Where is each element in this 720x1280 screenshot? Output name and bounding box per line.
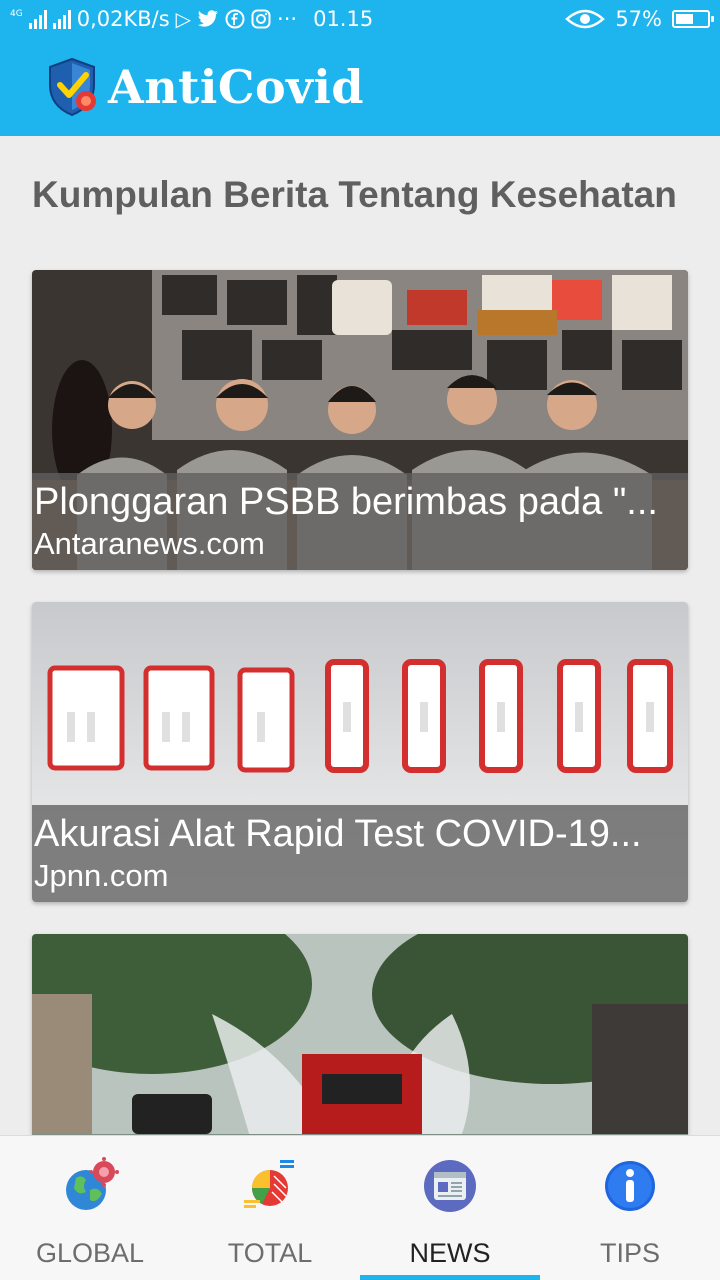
- nav-item-total[interactable]: TOTAL: [180, 1136, 360, 1280]
- twitter-icon: [197, 10, 218, 27]
- nav-label-total: TOTAL: [227, 1238, 313, 1268]
- info-icon: [605, 1161, 655, 1211]
- status-right: 57%: [565, 7, 714, 31]
- nav-label-global: GLOBAL: [35, 1238, 145, 1268]
- chart-icon: [244, 1160, 294, 1208]
- app-bar: AntiCovid: [0, 38, 720, 136]
- news-card-1[interactable]: Plonggaran PSBB berimbas pada "... Antar…: [32, 270, 688, 570]
- nav-label-tips: TIPS: [599, 1238, 660, 1268]
- shield-logo-icon: [49, 57, 96, 117]
- app-title: AntiCovid: [108, 60, 365, 114]
- nav-item-news[interactable]: NEWS: [360, 1136, 540, 1280]
- nav-item-tips[interactable]: TIPS: [540, 1136, 720, 1280]
- nav-item-global[interactable]: GLOBAL: [0, 1136, 180, 1280]
- news-card-2[interactable]: Akurasi Alat Rapid Test COVID-19... Jpnn…: [32, 602, 688, 902]
- status-left: 4G 0,02KB/s ▷ ··· 01.15: [10, 7, 373, 31]
- news-caption: Akurasi Alat Rapid Test COVID-19... Jpnn…: [32, 805, 688, 902]
- bottom-navigation: GLOBAL TOTAL NEWS TIPS: [0, 1135, 720, 1280]
- battery-icon: [672, 10, 714, 28]
- data-rate: 0,02KB/s: [76, 7, 170, 31]
- globe-virus-icon: [66, 1157, 119, 1210]
- active-tab-indicator: [360, 1275, 540, 1280]
- page-title: Kumpulan Berita Tentang Kesehatan: [32, 174, 677, 215]
- news-title: Akurasi Alat Rapid Test COVID-19...: [34, 813, 642, 855]
- eye-icon: [565, 9, 606, 29]
- news-source: Jpnn.com: [34, 858, 169, 893]
- instagram-icon: [251, 9, 271, 29]
- more-notifications: ···: [277, 7, 298, 31]
- network-type: 4G: [10, 9, 23, 19]
- news-source: Antaranews.com: [34, 526, 265, 561]
- status-time: 01.15: [313, 7, 374, 31]
- battery-fill: [676, 14, 693, 24]
- signal-icon-2: [52, 9, 71, 29]
- signal-icon: [28, 9, 47, 29]
- battery-percent: 57%: [615, 7, 662, 31]
- nav-label-news: NEWS: [409, 1238, 491, 1268]
- play-store-icon: ▷: [175, 7, 192, 31]
- news-title: Plonggaran PSBB berimbas pada "...: [34, 481, 658, 523]
- status-bar: 4G 0,02KB/s ▷ ··· 01.15 57%: [0, 0, 720, 38]
- newspaper-icon: [424, 1160, 476, 1212]
- facebook-icon: [225, 9, 245, 29]
- news-caption: Plonggaran PSBB berimbas pada "... Antar…: [32, 473, 688, 570]
